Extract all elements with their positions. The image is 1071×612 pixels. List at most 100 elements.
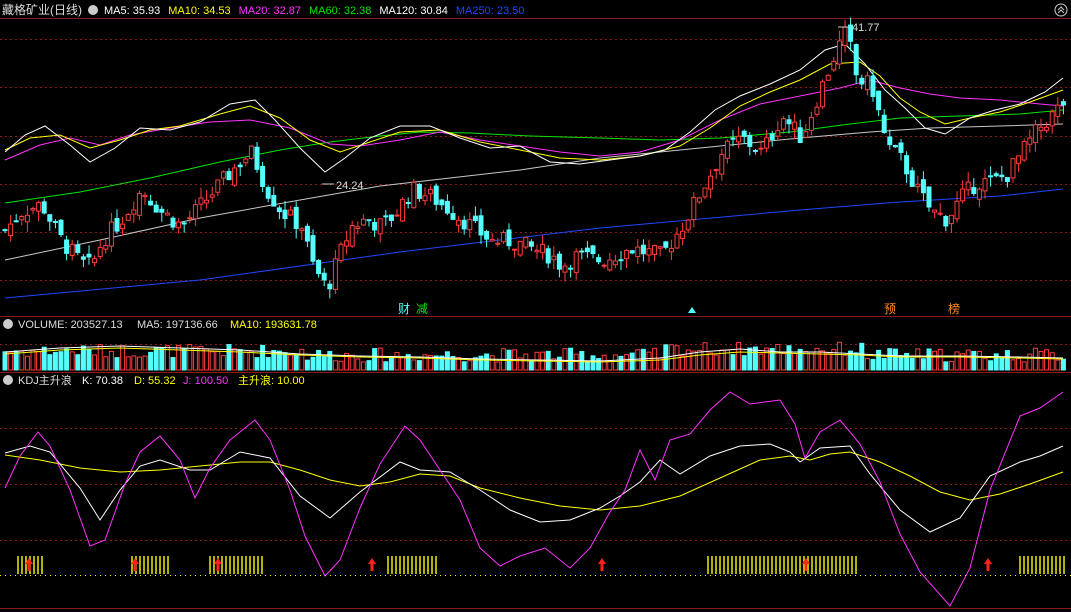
candle <box>422 187 428 206</box>
volume-toggle-icon[interactable] <box>3 319 13 329</box>
volume-bar <box>747 347 753 371</box>
candle <box>344 230 350 255</box>
volume-bar <box>377 347 383 371</box>
volume-bar <box>596 358 602 371</box>
event-reduce-badge[interactable]: 减 <box>416 302 428 316</box>
candle <box>971 177 977 197</box>
volume-bar <box>943 361 949 371</box>
candle <box>69 239 75 261</box>
volume-bar <box>204 348 210 371</box>
candle <box>103 239 109 254</box>
candle <box>652 244 658 262</box>
volume-bar <box>125 356 131 371</box>
candle <box>943 214 949 232</box>
volume-bar <box>131 355 137 371</box>
candle <box>97 239 103 260</box>
event-badges[interactable]: 财 减 预 榜 <box>398 301 960 316</box>
volume-bar <box>159 347 165 371</box>
volume-bar <box>495 361 501 371</box>
event-forecast-badge[interactable]: 预 <box>884 302 896 316</box>
candle <box>489 232 495 242</box>
volume-bar <box>1021 361 1027 371</box>
candle <box>332 249 338 294</box>
candle <box>775 121 781 141</box>
volume-bar <box>181 348 187 371</box>
candle <box>304 223 310 248</box>
candle <box>892 144 898 148</box>
candle <box>299 227 305 241</box>
volume-bar <box>864 358 870 371</box>
candle <box>904 151 910 183</box>
volume-bar <box>685 349 691 371</box>
volume-bar <box>114 357 120 371</box>
buy-arrow-icon <box>984 558 992 571</box>
volume-ma10-label: MA10: 193631.78 <box>230 319 317 331</box>
volume-bar <box>310 356 316 371</box>
event-marker-icon[interactable] <box>688 307 696 313</box>
candle <box>41 198 47 215</box>
candle <box>601 263 607 269</box>
candle <box>629 250 635 255</box>
volume-bar <box>562 348 568 371</box>
candle <box>75 240 81 256</box>
volume-bar <box>853 352 859 371</box>
volume-bar <box>411 359 417 371</box>
volume-bar <box>988 360 994 371</box>
candle <box>372 217 378 237</box>
volume-bar <box>780 353 786 371</box>
candle <box>232 163 238 188</box>
volume-bar <box>489 355 495 371</box>
stock-chart[interactable]: 藏格矿业(日线) MA5: 35.93 MA10: 34.53 MA20: 32.8… <box>0 0 1071 612</box>
candle <box>159 205 165 222</box>
kdj-toggle-icon[interactable] <box>3 375 13 385</box>
candle <box>937 203 943 217</box>
candle <box>976 187 982 208</box>
candle <box>898 139 904 161</box>
volume-bar <box>976 350 982 371</box>
candle <box>719 148 725 181</box>
candle <box>556 251 562 278</box>
candle <box>260 161 266 193</box>
candle <box>920 171 926 201</box>
candle <box>148 194 154 206</box>
ma10-line <box>4 61 1064 161</box>
candle <box>265 185 271 203</box>
kdj-d-label: D: 55.32 <box>134 375 176 387</box>
event-ranking-badge[interactable]: 榜 <box>948 301 960 316</box>
candle <box>691 192 697 228</box>
candle <box>36 200 42 222</box>
buy-arrow-icon <box>598 558 606 571</box>
volume-bar <box>708 352 714 371</box>
candle <box>360 214 366 226</box>
volume-bar <box>730 354 736 371</box>
candle <box>19 214 25 226</box>
candle <box>187 210 193 224</box>
settings-icon[interactable] <box>1054 3 1068 17</box>
volume-bar <box>372 348 378 371</box>
volume-bar <box>803 351 809 371</box>
candle <box>607 252 613 272</box>
candle <box>164 209 170 216</box>
volume-bar <box>590 355 596 371</box>
volume-bar <box>355 358 361 371</box>
event-financial-badge[interactable]: 财 <box>398 302 410 316</box>
ma-legend-item: MA120: 30.84 <box>379 5 448 17</box>
kdj-zsl-label: 主升浪: 10.00 <box>238 373 305 387</box>
volume-legend: VOLUME: 203527.13 MA5: 197136.66 MA10: 1… <box>3 319 317 331</box>
candle <box>204 190 210 209</box>
volume-bar <box>92 354 98 371</box>
volume-bar <box>338 360 344 371</box>
candle <box>540 235 546 260</box>
candle <box>864 71 870 96</box>
volume-bar <box>215 350 221 371</box>
candle <box>439 198 445 210</box>
candle <box>478 208 484 244</box>
volume-bar <box>1016 358 1022 371</box>
candle <box>450 205 456 221</box>
candle <box>780 116 786 134</box>
candle <box>831 56 837 72</box>
volume-bar <box>86 348 92 371</box>
volume-bar <box>467 360 473 371</box>
collapse-toggle-icon[interactable] <box>88 5 98 15</box>
kdj-k-label: K: 70.38 <box>82 375 123 387</box>
